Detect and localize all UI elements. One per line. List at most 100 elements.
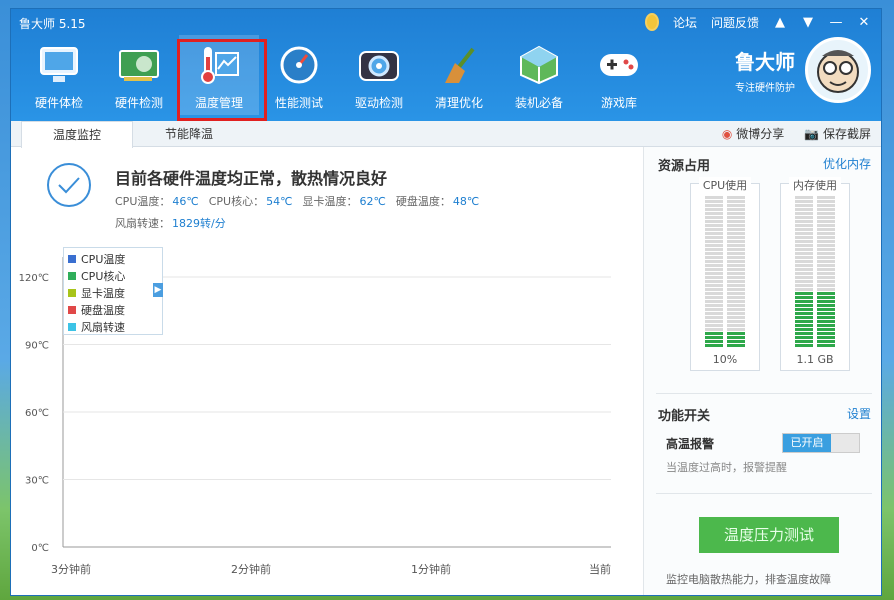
gauge-segment xyxy=(705,304,723,307)
gauge-segment xyxy=(705,284,723,287)
y-tick-label: 60℃ xyxy=(25,408,49,419)
medal-icon[interactable] xyxy=(644,13,659,31)
legend-item[interactable]: 硬盘温度 xyxy=(68,301,158,318)
gauge-segment xyxy=(817,196,835,199)
gauge-segment xyxy=(727,216,745,219)
nav-label: 硬件检测 xyxy=(114,96,163,110)
gauge-segment xyxy=(795,304,813,307)
legend-item[interactable]: CPU温度 xyxy=(68,250,158,267)
legend-collapse-icon[interactable]: ▶ xyxy=(153,283,163,297)
nav-temperature-management[interactable]: 温度管理 xyxy=(177,35,267,121)
nav-clean-optimize[interactable]: 清理优化 xyxy=(419,35,499,115)
x-tick-label: 当前 xyxy=(589,562,611,576)
gauge-segment xyxy=(727,256,745,259)
avatar[interactable] xyxy=(805,37,871,103)
gauge-segment xyxy=(817,296,835,299)
gauge-segment xyxy=(705,232,723,235)
nav-hardware-checkup[interactable]: 硬件体检 xyxy=(19,35,99,115)
resource-usage-title: 资源占用 xyxy=(658,159,711,174)
skin-icon[interactable]: ▲ xyxy=(773,15,787,30)
settings-link[interactable]: 设置 xyxy=(847,405,871,422)
legend-label: 显卡温度 xyxy=(81,286,125,300)
cpu-gauge-bar xyxy=(705,196,723,348)
gauge-segment xyxy=(705,344,723,347)
fan-speed-metric: 风扇转速： 1829转/分 xyxy=(115,217,226,230)
gauge-segment xyxy=(817,200,835,203)
gauge-segment xyxy=(817,236,835,239)
gauge-segment xyxy=(817,220,835,223)
gauge-segment xyxy=(727,292,745,295)
gauge-segment xyxy=(727,264,745,267)
gauge-segment xyxy=(817,308,835,311)
memory-usage-gauge: 内存使用 1.1 GB xyxy=(780,177,850,371)
gauge-segment xyxy=(705,208,723,211)
y-tick-label: 120℃ xyxy=(19,273,49,284)
high-temp-alarm-toggle[interactable]: 已开启 xyxy=(782,433,860,453)
nav-game-library[interactable]: 游戏库 xyxy=(579,35,659,115)
feature-switch-title: 功能开关 xyxy=(658,409,711,424)
temperature-stress-test-button[interactable]: 温度压力测试 xyxy=(699,517,839,553)
broom-icon xyxy=(438,44,480,86)
nav-label: 游戏库 xyxy=(600,96,637,110)
gauge-segment xyxy=(727,304,745,307)
nav-performance-test[interactable]: 性能测试 xyxy=(259,35,339,115)
gauge-segment xyxy=(727,340,745,343)
y-tick-label: 90℃ xyxy=(25,341,49,352)
tab-energy-saving-cooling[interactable]: 节能降温 xyxy=(133,121,245,147)
gauge-segment xyxy=(795,300,813,303)
forum-link[interactable]: 论坛 xyxy=(673,14,697,31)
side-panel: 资源占用 优化内存 CPU使用 10% 内存使用 1.1 GB 功能开关 设置 … xyxy=(643,147,881,595)
save-screenshot-button[interactable]: 📷 保存截屏 xyxy=(804,121,871,147)
gamepad-icon xyxy=(598,44,640,86)
status-title: 目前各硬件温度均正常，散热情况良好 xyxy=(115,169,388,188)
divider xyxy=(656,393,872,394)
gauge-segment xyxy=(795,264,813,267)
gauge-segment xyxy=(817,328,835,331)
gauge-segment xyxy=(795,284,813,287)
legend-swatch xyxy=(68,254,76,263)
gauge-segment xyxy=(795,244,813,247)
nav-install-essentials[interactable]: 装机必备 xyxy=(499,35,579,115)
close-icon[interactable]: ✕ xyxy=(857,15,871,30)
gauge-segment xyxy=(795,280,813,283)
weibo-share-button[interactable]: ◉ 微博分享 xyxy=(722,121,784,147)
legend-item[interactable]: 风扇转速 xyxy=(68,318,158,335)
nav-driver-detect[interactable]: 驱动检测 xyxy=(339,35,419,115)
gauge-segment xyxy=(817,288,835,291)
gauge-segment xyxy=(727,280,745,283)
toggle-on-state: 已开启 xyxy=(783,434,831,452)
legend-item[interactable]: 显卡温度 xyxy=(68,284,158,301)
gauge-segment xyxy=(795,260,813,263)
nav-label: 温度管理 xyxy=(194,96,243,110)
tab-temperature-monitor[interactable]: 温度监控 xyxy=(21,121,133,148)
gauge-segment xyxy=(705,236,723,239)
gauge-segment xyxy=(727,232,745,235)
gauge-segment xyxy=(727,248,745,251)
gauge-segment xyxy=(795,316,813,319)
temperature-metrics: CPU温度： 46℃ CPU核心： 54℃ 显卡温度： 62℃ 硬盘温度： 48℃ xyxy=(115,193,479,209)
nav-label: 驱动检测 xyxy=(354,96,403,110)
divider xyxy=(656,493,872,494)
driver-gear-icon xyxy=(358,44,400,86)
cpu-usage-label: CPU使用 xyxy=(699,177,751,193)
legend-item[interactable]: CPU核心 xyxy=(68,267,158,284)
gauge-segment xyxy=(705,264,723,267)
gauge-segment xyxy=(817,268,835,271)
stress-test-description: 监控电脑散热能力，排查温度故障 xyxy=(666,573,831,586)
gauge-segment xyxy=(727,272,745,275)
gauge-segment xyxy=(727,252,745,255)
gauge-segment xyxy=(795,336,813,339)
main-nav: 硬件体检 硬件检测 温度管理 性能测试 驱动检测 清理优化 装机必备 游戏库 xyxy=(19,35,659,121)
legend-label: 风扇转速 xyxy=(81,320,125,334)
minimize-icon[interactable]: — xyxy=(829,15,843,30)
package-cube-icon xyxy=(518,44,560,86)
nav-hardware-detect[interactable]: 硬件检测 xyxy=(99,35,179,115)
legend-label: 硬盘温度 xyxy=(81,303,125,317)
gauge-segment xyxy=(817,252,835,255)
gauge-segment xyxy=(727,308,745,311)
menu-icon[interactable]: ▼ xyxy=(801,15,815,30)
feedback-link[interactable]: 问题反馈 xyxy=(711,14,759,31)
optimize-memory-link[interactable]: 优化内存 xyxy=(823,155,871,172)
gauge-segment xyxy=(727,220,745,223)
gauge-segment xyxy=(795,276,813,279)
